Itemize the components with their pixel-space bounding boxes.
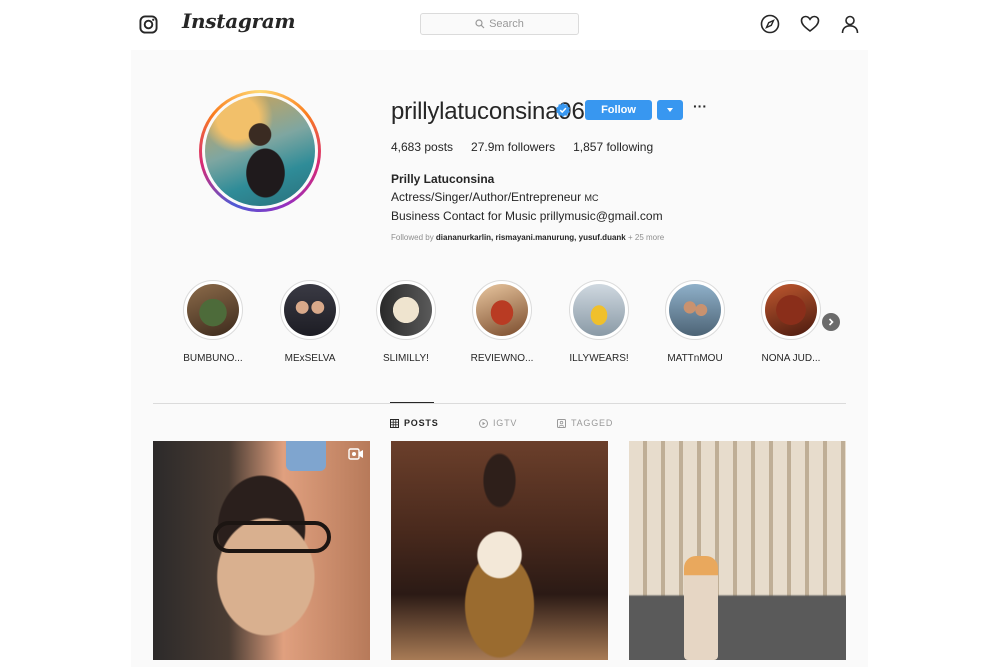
- followed-by-prefix: Followed by: [391, 233, 434, 242]
- igtv-icon: [479, 418, 488, 428]
- bio-line-1: Actress/Singer/Author/Entrepreneur MC: [391, 188, 663, 207]
- posts-count: 4,683 posts: [391, 140, 454, 154]
- followed-by-text[interactable]: Followed by diananurkarlin, rismayani.ma…: [391, 233, 664, 242]
- story-highlight[interactable]: BUMBUNO...: [173, 280, 253, 364]
- more-options-button[interactable]: ···: [693, 99, 709, 116]
- post-thumbnail[interactable]: [629, 441, 846, 660]
- highlight-label: REVIEWNO...: [470, 353, 534, 364]
- instagram-wordmark[interactable]: Instagram: [182, 9, 296, 33]
- tab-posts-label: POSTS: [404, 418, 439, 428]
- highlight-label: ILLYWEARS!: [569, 353, 629, 364]
- post-thumbnail[interactable]: [391, 441, 608, 660]
- active-tab-indicator: [390, 402, 434, 403]
- highlight-cover: [573, 284, 625, 336]
- grid-icon: [390, 418, 399, 428]
- followers-count[interactable]: 27.9m followers: [471, 140, 555, 154]
- explore-compass-icon[interactable]: [760, 14, 780, 34]
- suggested-dropdown-button[interactable]: [657, 100, 683, 120]
- post-image-detail: [213, 521, 331, 553]
- instagram-glyph-icon[interactable]: [139, 15, 158, 34]
- story-highlight[interactable]: NONA JUD...: [751, 280, 831, 364]
- post-overlay-thumbnail: [286, 441, 326, 471]
- video-icon: [348, 448, 363, 460]
- highlight-ring: [569, 280, 629, 340]
- chevron-down-icon: [667, 108, 673, 112]
- highlight-ring: [472, 280, 532, 340]
- followed-by-names: diananurkarlin, rismayani.manurung, yusu…: [435, 233, 626, 242]
- highlight-cover: [669, 284, 721, 336]
- tab-igtv-label: IGTV: [493, 418, 518, 428]
- avatar-inner-border: [202, 93, 318, 209]
- tab-tagged[interactable]: TAGGED: [557, 418, 613, 428]
- profile-avatar[interactable]: [199, 90, 321, 212]
- highlights-next-button[interactable]: [822, 313, 840, 331]
- bio-occupation: Actress/Singer/Author/Entrepreneur: [391, 190, 582, 204]
- followed-by-more: + 25 more: [627, 233, 665, 242]
- story-highlight[interactable]: MATTnMOU: [655, 280, 735, 364]
- heart-icon[interactable]: [800, 14, 820, 34]
- follow-button[interactable]: Follow: [585, 100, 652, 120]
- bio-line-2: Business Contact for Music prillymusic@g…: [391, 209, 663, 223]
- profile-icon[interactable]: [840, 14, 860, 34]
- tab-igtv[interactable]: IGTV: [479, 418, 517, 428]
- chevron-right-icon: [828, 318, 834, 326]
- highlight-label: MATTnMOU: [667, 353, 723, 364]
- tagged-icon: [557, 418, 566, 428]
- profile-bio: Prilly Latuconsina Actress/Singer/Author…: [391, 170, 663, 225]
- post-image-detail: [684, 556, 718, 660]
- avatar-image: [205, 96, 315, 206]
- search-input[interactable]: Search: [420, 13, 579, 35]
- highlight-label: NONA JUD...: [761, 353, 821, 364]
- tabs-divider: [153, 403, 846, 404]
- tab-posts[interactable]: POSTS: [390, 418, 439, 428]
- highlight-label: MExSELVA: [284, 353, 336, 364]
- highlight-cover: [765, 284, 817, 336]
- tab-tagged-label: TAGGED: [571, 418, 614, 428]
- highlight-cover: [187, 284, 239, 336]
- bio-suffix: MC: [584, 193, 599, 203]
- story-highlight[interactable]: ILLYWEARS!: [559, 280, 639, 364]
- highlight-cover: [380, 284, 432, 336]
- highlight-ring: [280, 280, 340, 340]
- highlight-label: SLIMILLY!: [383, 353, 429, 364]
- verified-badge-icon: [556, 103, 570, 117]
- top-navigation-bar: Instagram Search: [0, 0, 1000, 50]
- story-highlight[interactable]: REVIEWNO...: [462, 280, 542, 364]
- bio-full-name: Prilly Latuconsina: [391, 172, 495, 186]
- story-highlight[interactable]: MExSELVA: [270, 280, 350, 364]
- following-count[interactable]: 1,857 following: [573, 140, 653, 154]
- post-thumbnail[interactable]: [153, 441, 370, 660]
- story-highlight[interactable]: SLIMILLY!: [366, 280, 446, 364]
- highlight-ring: [665, 280, 725, 340]
- search-icon: [475, 19, 485, 29]
- search-placeholder: Search: [489, 18, 524, 30]
- highlight-label: BUMBUNO...: [183, 353, 243, 364]
- highlight-ring: [376, 280, 436, 340]
- highlight-ring: [183, 280, 243, 340]
- highlight-cover: [476, 284, 528, 336]
- highlight-cover: [284, 284, 336, 336]
- profile-stats: 4,683 posts 27.9m followers 1,857 follow…: [391, 140, 671, 154]
- highlight-ring: [761, 280, 821, 340]
